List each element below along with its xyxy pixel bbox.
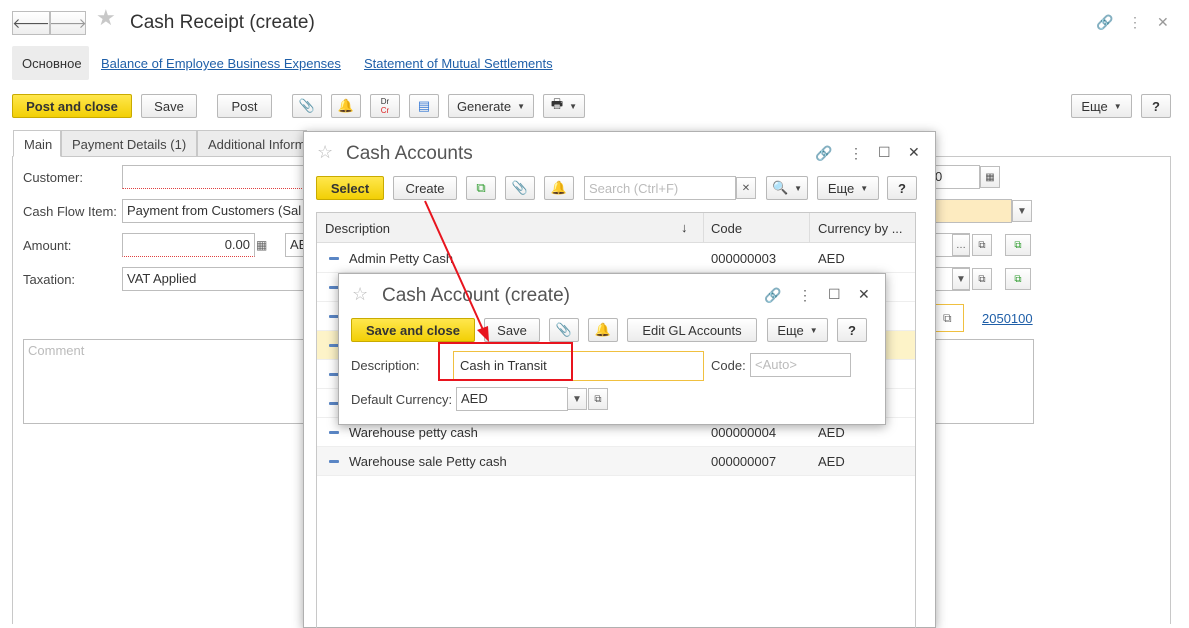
arrow-line [424, 200, 485, 333]
annotation-arrow [424, 200, 489, 342]
arrow-head [477, 326, 489, 342]
